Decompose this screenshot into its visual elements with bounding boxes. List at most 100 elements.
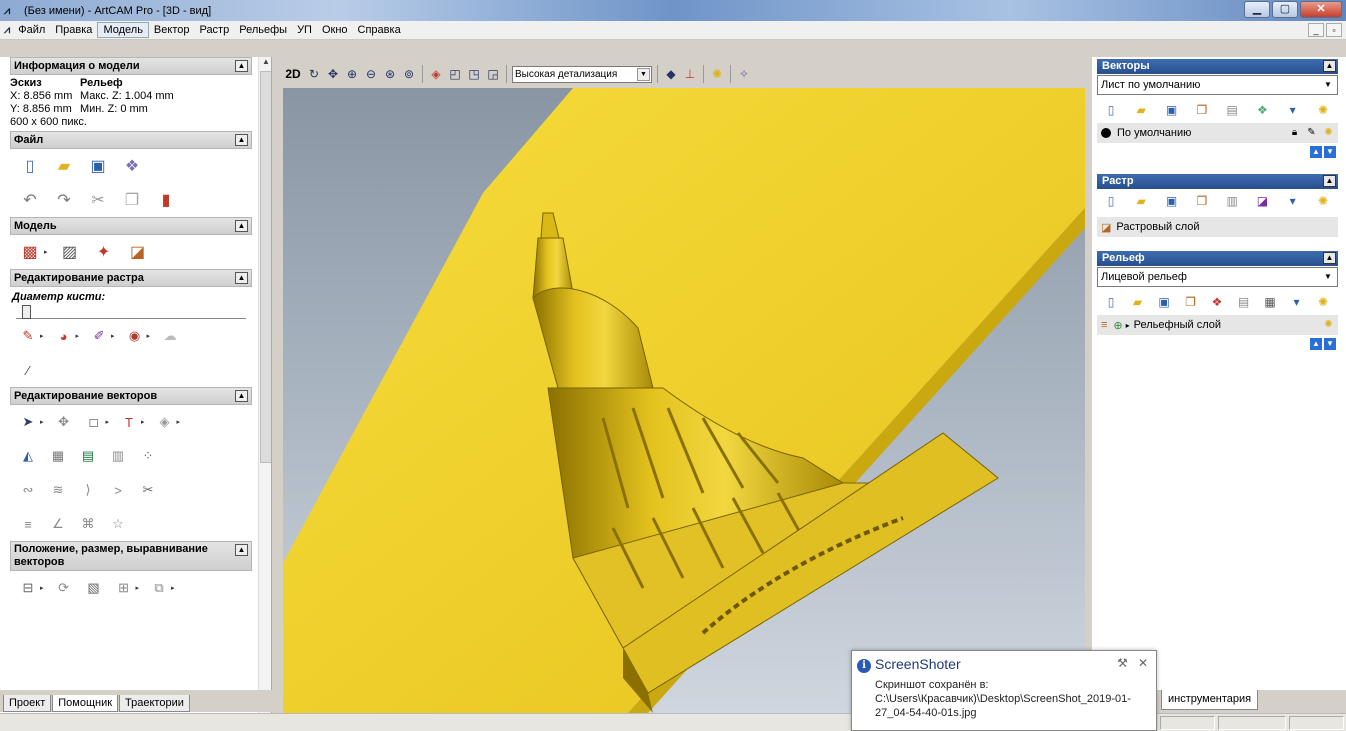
menu-raster[interactable]: Растр — [194, 23, 234, 37]
light-icon[interactable]: ✺ — [1314, 192, 1332, 210]
section-model-info[interactable]: Информация о модели ▲ — [10, 57, 252, 75]
visibility-bulb-icon[interactable]: ✺ — [1321, 317, 1336, 332]
light-bulb-icon[interactable]: ✺ — [709, 66, 725, 82]
save-layer-icon[interactable]: ▣ — [1163, 101, 1181, 119]
move-up-icon[interactable]: ▲ — [1310, 338, 1322, 350]
relief-add-icon[interactable]: ⊕ — [1113, 319, 1122, 332]
grid-layer-icon[interactable]: ▦ — [1261, 293, 1279, 311]
relief-select[interactable]: Лицевой рельеф ▼ — [1097, 267, 1338, 287]
node-edit-icon[interactable]: ✥ — [54, 412, 74, 432]
open-folder-icon[interactable]: ▰ — [52, 154, 76, 178]
iso-view-icon[interactable]: ◈ — [428, 66, 444, 82]
collapse-icon[interactable]: ▲ — [235, 390, 248, 402]
fill-icon[interactable]: ▥ — [1223, 192, 1241, 210]
dropdown-arrow-icon[interactable]: ▸ — [111, 332, 115, 340]
raster-header[interactable]: Растр ▲ — [1097, 174, 1338, 189]
visibility-bulb-icon[interactable]: ✺ — [1321, 125, 1336, 140]
rotate-view-icon[interactable]: ↻ — [306, 66, 322, 82]
nesting-icon[interactable]: ▧ — [84, 578, 104, 598]
copy-layer-icon[interactable]: ❐ — [1193, 101, 1211, 119]
3d-viewport[interactable] — [283, 88, 1085, 713]
section-file[interactable]: Файл ▲ — [10, 131, 252, 149]
create-model-icon[interactable]: ▩ — [18, 240, 42, 264]
dropdown-arrow-icon[interactable]: ▸ — [171, 584, 175, 592]
vector-layer-default[interactable]: По умолчанию 🔒︎ ✎ ✺ — [1097, 123, 1338, 143]
copy-layer-icon[interactable]: ❐ — [1193, 192, 1211, 210]
relief-layer[interactable]: ≡ ⊕ ▸ Рельефный слой ✺ — [1097, 315, 1338, 335]
close-button[interactable]: ✕ — [1300, 1, 1342, 18]
move-down-icon[interactable]: ▼ — [1324, 146, 1336, 158]
tab-assistant[interactable]: Помощник — [52, 695, 119, 712]
dropdown-arrow-icon[interactable]: ▸ — [76, 332, 80, 340]
offset-icon[interactable]: ≋ — [48, 480, 68, 500]
shading-icon[interactable]: ◆ — [663, 66, 679, 82]
view-2d-button[interactable]: 2D — [283, 66, 303, 82]
eraser-icon[interactable]: ✧ — [736, 66, 752, 82]
relief-header[interactable]: Рельеф ▲ — [1097, 251, 1338, 266]
chevron-down-icon[interactable]: ▼ — [1321, 78, 1335, 92]
save-icon[interactable]: ▣ — [86, 154, 110, 178]
screenshoter-notification[interactable]: i ScreenShoter ⚒ ✕ Скриншот сохранён в: … — [851, 650, 1157, 731]
section-vector-edit[interactable]: Редактирование векторов ▲ — [10, 387, 252, 405]
scroll-up-icon[interactable]: ▲ — [260, 57, 271, 70]
scissors-icon[interactable]: ✂ — [138, 480, 158, 500]
trace-icon[interactable]: ◈ — [155, 412, 175, 432]
dropdown-arrow-icon[interactable]: ▸ — [40, 418, 44, 426]
collapse-icon[interactable]: ▲ — [1323, 252, 1336, 264]
greater-icon[interactable]: > — [108, 480, 128, 500]
lock-icon[interactable]: 🔒︎ — [1287, 125, 1302, 140]
zoom-fit-icon[interactable]: ⊚ — [401, 66, 417, 82]
minimize-button[interactable]: ▁ — [1244, 1, 1270, 18]
tab-project[interactable]: Проект — [3, 695, 52, 712]
merge-layer-icon[interactable]: ❖ — [1253, 101, 1271, 119]
bitmap-to-vector-icon[interactable]: ◭ — [18, 446, 38, 466]
move-down-icon[interactable]: ▼ — [1324, 338, 1336, 350]
dots-icon[interactable]: ⁘ — [138, 446, 158, 466]
dropdown-arrow-icon[interactable]: ▸ — [177, 418, 181, 426]
mdi-minimize-button[interactable]: _ — [1308, 23, 1324, 37]
menu-vector[interactable]: Вектор — [149, 23, 195, 37]
brush-diameter-slider[interactable] — [16, 305, 246, 319]
cloud-icon[interactable]: ☁ — [160, 326, 180, 346]
section-model[interactable]: Модель ▲ — [10, 217, 252, 235]
combine-icon[interactable]: ❖ — [1208, 293, 1226, 311]
copy-icon[interactable]: ❐ — [120, 188, 144, 212]
mdi-doc-icon[interactable]: ⩘ — [4, 24, 10, 37]
tab-toolpaths[interactable]: Траектории — [119, 695, 190, 712]
zoom-box-icon[interactable]: ⊛ — [382, 66, 398, 82]
sheet-icon[interactable]: ▤ — [1223, 101, 1241, 119]
brush-icon[interactable]: ◕ — [54, 326, 74, 346]
vector-sheet-select[interactable]: Лист по умолчанию ▼ — [1097, 75, 1338, 95]
tab-toolbox[interactable]: инструментария — [1161, 690, 1259, 710]
slider-thumb[interactable] — [22, 305, 31, 319]
menu-toolpaths[interactable]: УП — [292, 23, 317, 37]
dropdown-arrow-icon[interactable]: ▸ — [106, 418, 110, 426]
chevron-down-icon[interactable]: ▼ — [1321, 270, 1335, 284]
redo-icon[interactable]: ↷ — [52, 188, 76, 212]
section-position[interactable]: Положение, размер, выравнивание векторов… — [10, 541, 252, 571]
menu-reliefs[interactable]: Рельефы — [234, 23, 292, 37]
settings-wrench-icon[interactable]: ⚒ — [1117, 656, 1128, 670]
move-up-icon[interactable]: ▲ — [1310, 146, 1322, 158]
dropdown-arrow-icon[interactable]: ▸ — [141, 418, 145, 426]
material-icon[interactable]: ✦ — [92, 240, 116, 264]
rectangle-icon[interactable]: □ — [84, 412, 104, 432]
save-layer-icon[interactable]: ▣ — [1155, 293, 1173, 311]
dropdown-arrow-icon[interactable]: ▸ — [147, 332, 151, 340]
open-layer-icon[interactable]: ▰ — [1132, 101, 1150, 119]
transform-icon[interactable]: ⧉ — [149, 578, 169, 598]
new-layer-icon[interactable]: ▯ — [1102, 293, 1120, 311]
chevron-down-icon[interactable]: ▼ — [637, 67, 650, 81]
sheet-icon[interactable]: ▤ — [1235, 293, 1253, 311]
menu-file[interactable]: Файл — [13, 23, 50, 37]
dropdown-arrow-icon[interactable]: ▸ — [40, 584, 44, 592]
join-icon[interactable]: ⟩ — [78, 480, 98, 500]
expand-arrow-icon[interactable]: ▸ — [1126, 321, 1130, 330]
collapse-icon[interactable]: ▲ — [235, 134, 248, 146]
delete-layer-icon[interactable]: ▾ — [1284, 101, 1302, 119]
dropper-icon[interactable]: ✐ — [89, 326, 109, 346]
dropdown-arrow-icon[interactable]: ▸ — [40, 332, 44, 340]
group-icon[interactable]: ⊞ — [114, 578, 134, 598]
menu-window[interactable]: Окно — [317, 23, 353, 37]
undo-icon[interactable]: ↶ — [18, 188, 42, 212]
